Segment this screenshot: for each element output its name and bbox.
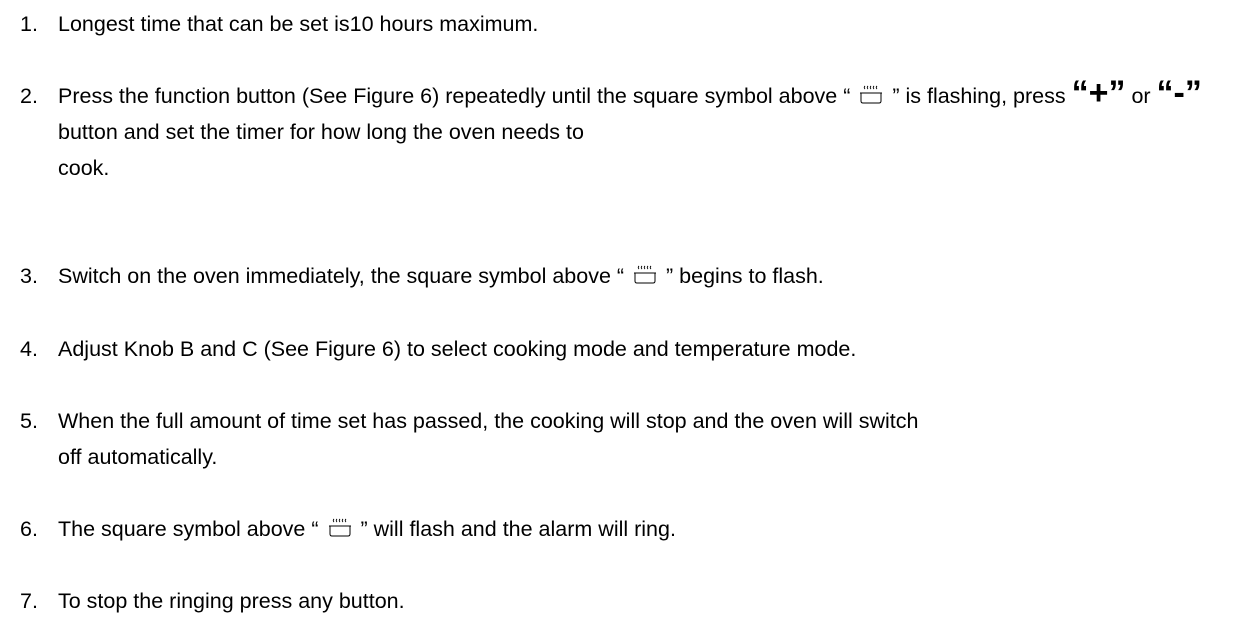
item-text-part: Press the function button (See Figure 6)… <box>58 84 851 108</box>
item-text-part: off automatically. <box>58 445 218 469</box>
item-text-part: or <box>1131 84 1151 108</box>
item-text-part: Switch on the oven immediately, the squa… <box>58 264 625 288</box>
item-text-part: ” is flashing, press <box>892 84 1066 108</box>
item-number: 7. <box>20 589 38 613</box>
item-number: 5. <box>20 409 38 433</box>
minus-key-label: “-” <box>1156 74 1202 112</box>
item-text-part: ” begins to flash. <box>666 264 824 288</box>
item-text: Press the function button (See Figure 6)… <box>58 76 1230 186</box>
item-number: 6. <box>20 517 38 541</box>
item-text-part: The square symbol above “ <box>58 517 319 541</box>
steaming-dish-icon <box>327 516 353 540</box>
steaming-dish-icon <box>632 263 658 287</box>
plus-key-label: “+” <box>1071 74 1126 112</box>
item-text-part: button and set the timer for how long th… <box>58 120 584 144</box>
item-number: 3. <box>20 264 38 288</box>
item-text: Longest time that can be set is10 hours … <box>58 12 539 36</box>
item-text-part: ” will flash and the alarm will ring. <box>360 517 676 541</box>
item-text-part: When the full amount of time set has pas… <box>58 409 919 433</box>
item-number: 2. <box>20 84 38 108</box>
instruction-list: 1. Longest time that can be set is10 hou… <box>0 0 1243 631</box>
item-text: The square symbol above “ ” will flash a… <box>58 511 1230 547</box>
item-text: Adjust Knob B and C (See Figure 6) to se… <box>58 337 857 361</box>
item-number: 4. <box>20 337 38 361</box>
steaming-dish-icon <box>858 83 884 107</box>
item-text: To stop the ringing press any button. <box>58 589 405 613</box>
item-text-part: cook. <box>58 156 110 180</box>
item-number: 1. <box>20 12 38 36</box>
item-text: Switch on the oven immediately, the squa… <box>58 258 1230 294</box>
item-text: When the full amount of time set has pas… <box>58 403 1230 475</box>
